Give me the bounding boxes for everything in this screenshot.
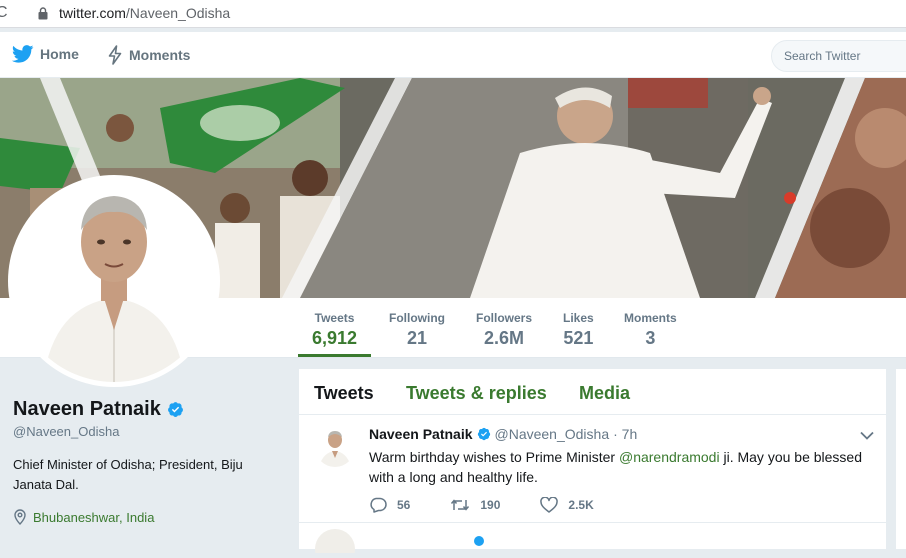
retweet-button[interactable]: 190 — [450, 497, 500, 513]
like-button[interactable]: 2.5K — [540, 497, 594, 513]
profile-name-text: Naveen Patnaik — [13, 398, 161, 420]
tweet-text-part: Warm birthday wishes to Prime Minister — [369, 449, 619, 465]
reply-button[interactable]: 56 — [369, 497, 410, 513]
nav-home-label: Home — [40, 46, 79, 62]
nav-moments-label: Moments — [129, 47, 191, 63]
timeline: Tweets Tweets & replies Media Naveen Pat… — [299, 369, 886, 558]
lock-icon — [38, 7, 48, 20]
tweet-header: Naveen Patnaik @Naveen_Odisha · 7h — [369, 426, 637, 442]
stat-moments[interactable]: Moments 3 — [624, 311, 677, 349]
url-path: /Naveen_Odisha — [125, 5, 231, 21]
reply-icon — [370, 497, 387, 513]
stat-following[interactable]: Following 21 — [389, 311, 445, 349]
verified-badge-icon — [477, 427, 490, 441]
stat-tweets[interactable]: Tweets 6,912 — [297, 311, 372, 357]
tab-media[interactable]: Media — [579, 383, 630, 404]
profile-avatar[interactable] — [8, 175, 220, 387]
chevron-down-icon[interactable] — [860, 431, 874, 440]
stat-label: Likes — [563, 311, 594, 325]
verified-badge-icon — [167, 402, 183, 417]
tweet-mention-link[interactable]: @narendramodi — [619, 449, 720, 465]
retweet-icon — [451, 499, 470, 511]
profile-location-text[interactable]: Bhubaneshwar, India — [33, 510, 154, 525]
stat-followers[interactable]: Followers 2.6M — [476, 311, 532, 349]
like-count: 2.5K — [568, 498, 594, 512]
stat-value: 3 — [645, 328, 656, 348]
tweet-timestamp[interactable]: · 7h — [613, 426, 637, 442]
stat-label: Followers — [476, 311, 533, 325]
stat-value: 521 — [563, 328, 594, 348]
stat-label: Following — [389, 311, 445, 325]
stat-value: 6,912 — [312, 328, 358, 348]
reload-icon[interactable]: C — [0, 4, 8, 22]
right-sidebar-edge — [896, 369, 906, 549]
tweet-author-handle[interactable]: @Naveen_Odisha — [495, 426, 610, 442]
search-input[interactable]: Search Twitter — [771, 40, 906, 72]
heart-icon — [540, 497, 559, 513]
avatar-image — [13, 180, 215, 382]
profile-location: Bhubaneshwar, India — [13, 509, 154, 525]
profile-name: Naveen Patnaik — [13, 398, 184, 421]
browser-address-bar[interactable]: C twitter.com/Naveen_Odisha — [0, 0, 906, 28]
retweet-count: 190 — [480, 498, 501, 512]
home-icon — [12, 45, 34, 63]
tweet-avatar[interactable] — [315, 427, 355, 467]
tweet-actions: 56 190 2.5K — [369, 497, 634, 513]
stat-likes[interactable]: Likes 521 — [563, 311, 594, 349]
reply-count: 56 — [397, 498, 411, 512]
next-tweet-preview — [299, 523, 886, 558]
tweet-text: Warm birthday wishes to Prime Minister @… — [369, 447, 869, 487]
tab-tweets-replies[interactable]: Tweets & replies — [406, 383, 547, 404]
url-domain: twitter.com — [59, 5, 126, 21]
stat-value: 2.6M — [483, 328, 525, 348]
profile-bio: Chief Minister of Odisha; President, Bij… — [13, 457, 243, 492]
tweet-avatar-image — [315, 427, 355, 467]
url-text[interactable]: twitter.com/Naveen_Odisha — [59, 5, 230, 21]
location-pin-icon — [14, 509, 26, 525]
stat-label: Tweets — [314, 311, 355, 325]
nav-moments[interactable]: Moments — [107, 45, 190, 65]
tab-tweets[interactable]: Tweets — [314, 383, 374, 404]
stat-value: 21 — [406, 328, 428, 348]
stat-label: Moments — [624, 311, 677, 325]
profile-handle[interactable]: @Naveen_Odisha — [13, 424, 119, 439]
timeline-tabs: Tweets Tweets & replies Media — [299, 369, 886, 415]
tweet-author-name[interactable]: Naveen Patnaik — [369, 426, 473, 442]
next-tweet-partial — [315, 529, 484, 558]
lightning-icon — [108, 45, 122, 65]
nav-home[interactable]: Home — [12, 45, 79, 63]
tweet-item[interactable]: Naveen Patnaik @Naveen_Odisha · 7h Warm … — [299, 415, 886, 523]
top-navigation: Home Moments Search Twitter — [0, 32, 906, 78]
